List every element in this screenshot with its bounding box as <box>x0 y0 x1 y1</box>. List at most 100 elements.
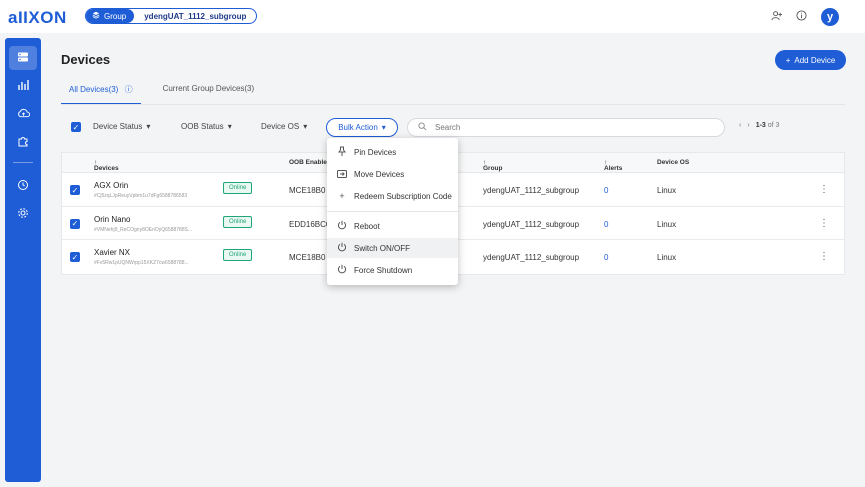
tab-all-devices[interactable]: All Devices(3) ⓘ <box>61 80 141 105</box>
filter-label: Device Status <box>93 122 143 131</box>
device-status-filter[interactable]: Device Status ▾ <box>93 122 150 131</box>
more-options-icon[interactable]: ⋮ <box>819 251 829 262</box>
menu-item-label: Redeem Subscription Code <box>354 191 452 201</box>
app-logo[interactable]: aIIXON <box>8 8 67 28</box>
caret-down-icon: ▾ <box>227 122 232 131</box>
oob-status-filter[interactable]: OOB Status ▾ <box>181 122 232 131</box>
group-chip[interactable]: Group <box>86 9 135 23</box>
more-options-icon[interactable]: ⋮ <box>819 184 829 195</box>
info-icon[interactable]: ⓘ <box>125 85 133 94</box>
menu-item-pin-devices[interactable]: Pin Devices <box>327 142 458 162</box>
oob-enabler: MCE18B0 <box>289 186 326 195</box>
menu-item-label: Switch ON/OFF <box>354 243 411 253</box>
add-device-button[interactable]: + Add Device <box>775 50 846 70</box>
sidebar-item-dashboard[interactable] <box>9 74 37 98</box>
alert-count[interactable]: 0 <box>604 220 608 229</box>
device-group: ydengUAT_1112_subgroup <box>483 186 580 195</box>
bulk-action-label: Bulk Action <box>338 123 378 132</box>
menu-item-move-devices[interactable]: Move Devices <box>327 164 458 184</box>
cloud-upload-icon <box>17 107 30 122</box>
search-input[interactable] <box>435 123 695 132</box>
user-add-icon[interactable] <box>771 10 782 24</box>
move-icon <box>337 169 347 180</box>
sidebar-item-history[interactable] <box>9 174 37 198</box>
menu-item-reboot[interactable]: Reboot <box>327 216 458 236</box>
top-bar: aIIXON Group ydengUAT_1112_subgroup y <box>0 0 865 33</box>
puzzle-icon <box>17 135 29 150</box>
bulk-action-menu: Pin Devices Move Devices + Redeem Subscr… <box>327 138 458 285</box>
row-checkbox[interactable]: ✓ <box>70 218 80 229</box>
sidebar <box>5 38 41 482</box>
device-os-filter[interactable]: Device OS ▾ <box>261 122 307 131</box>
power-icon <box>337 264 347 276</box>
sidebar-item-devices[interactable] <box>9 46 37 70</box>
menu-item-force-shutdown[interactable]: Force Shutdown <box>327 260 458 280</box>
menu-item-switch-on-off[interactable]: Switch ON/OFF <box>327 238 458 258</box>
device-name[interactable]: Xavier NX <box>94 248 130 257</box>
filter-label: OOB Status <box>181 122 224 131</box>
page-title: Devices <box>61 52 111 67</box>
oob-enabler: EDD16BC0 <box>289 219 331 229</box>
oob-enabler: MCE18B0 <box>289 253 326 262</box>
search-box[interactable] <box>407 118 725 137</box>
sidebar-item-plugins[interactable] <box>9 130 37 154</box>
plus-icon: + <box>339 191 345 201</box>
chevron-right-icon[interactable]: › <box>747 122 749 129</box>
select-all-checkbox[interactable]: ✓ <box>71 122 81 132</box>
tabs-divider <box>61 104 845 105</box>
group-name: ydengUAT_1112_subgroup <box>144 11 247 21</box>
bulk-action-button[interactable]: Bulk Action ▾ <box>326 118 398 137</box>
device-os: Linux <box>657 253 677 262</box>
menu-item-redeem-subscription[interactable]: + Redeem Subscription Code <box>327 186 458 206</box>
chevron-left-icon[interactable]: ‹ <box>739 122 741 129</box>
sidebar-item-cloud[interactable] <box>9 102 37 126</box>
device-id: #Fv5Rw1pUQNWrpp15XKZ7cw6588788... <box>94 260 189 266</box>
filter-label: Device OS <box>261 122 300 131</box>
column-alerts[interactable]: Alerts ↑ <box>604 159 622 172</box>
menu-item-label: Move Devices <box>354 169 405 179</box>
row-checkbox[interactable]: ✓ <box>70 252 80 262</box>
alert-count[interactable]: 0 <box>604 186 608 195</box>
menu-item-label: Pin Devices <box>354 147 397 157</box>
avatar[interactable]: y <box>821 8 839 26</box>
device-id: #Cj5zqLJpReuyVpbm1u7dFg6588786583 <box>94 193 188 199</box>
bar-chart-icon <box>17 79 29 94</box>
info-icon[interactable] <box>796 10 807 24</box>
filter-bar: ✓ Device Status ▾ OOB Status ▾ Device OS… <box>61 117 845 139</box>
plus-icon: + <box>785 55 791 65</box>
column-device-os[interactable]: Device OS <box>657 159 689 166</box>
layers-icon <box>92 11 100 21</box>
group-chip-label: Group <box>104 11 127 21</box>
status-badge: Online <box>223 249 253 261</box>
pagination: ‹ › 1-3 of 3 <box>739 122 779 129</box>
device-id: #VMNehj9_ReCOgny8OEnOyQ6588788S... <box>94 226 193 233</box>
device-name[interactable]: Orin Nano <box>94 215 130 224</box>
row-checkbox[interactable]: ✓ <box>70 185 80 195</box>
menu-item-label: Force Shutdown <box>354 265 413 275</box>
search-icon <box>418 122 427 133</box>
power-icon <box>337 220 347 232</box>
device-group: ydengUAT_1112_subgroup <box>483 219 580 229</box>
sidebar-item-settings[interactable] <box>9 202 37 226</box>
column-devices[interactable]: Devices ↑ <box>94 159 119 172</box>
alert-count[interactable]: 0 <box>604 253 608 262</box>
device-group: ydengUAT_1112_subgroup <box>483 253 580 262</box>
more-options-icon[interactable]: ⋮ <box>819 218 829 229</box>
column-group[interactable]: Group ↑ <box>483 159 503 172</box>
device-os: Linux <box>657 186 677 195</box>
status-badge: Online <box>223 215 253 228</box>
clock-icon <box>17 179 29 194</box>
page-range: 1-3 of 3 <box>755 122 780 129</box>
sidebar-divider <box>13 162 33 163</box>
menu-item-label: Reboot <box>354 221 380 231</box>
device-name[interactable]: AGX Orin <box>94 181 128 190</box>
pin-icon <box>337 146 347 158</box>
group-selector[interactable]: Group ydengUAT_1112_subgroup <box>85 8 258 24</box>
tab-label: All Devices(3) <box>69 85 119 94</box>
gear-icon <box>17 207 29 222</box>
tab-label: Current Group Devices(3) <box>162 84 255 93</box>
tab-current-group-devices[interactable]: Current Group Devices(3) <box>155 80 263 102</box>
power-icon <box>337 242 347 254</box>
menu-divider <box>327 211 458 212</box>
status-badge: Online <box>223 182 253 194</box>
